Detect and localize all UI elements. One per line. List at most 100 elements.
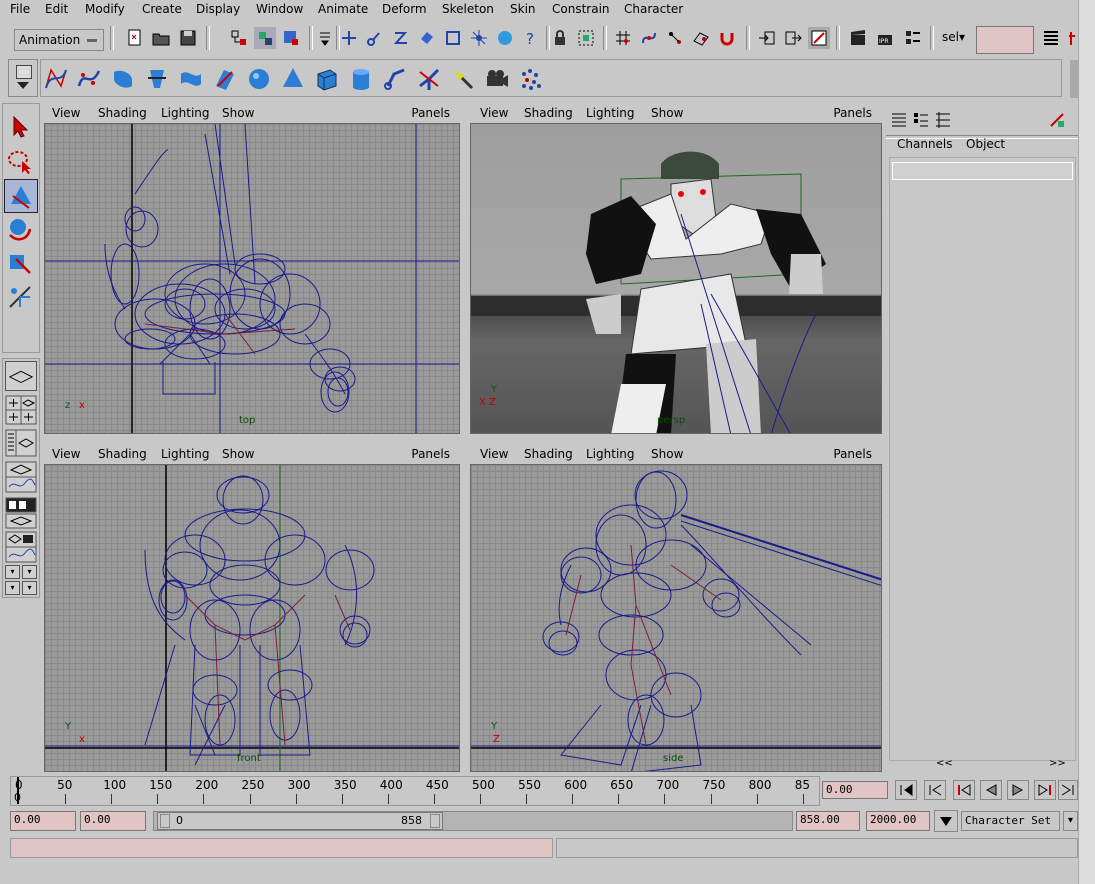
hypergraph-layout-icon[interactable] (5, 497, 37, 529)
planar-icon[interactable] (210, 64, 240, 94)
select-object-icon[interactable] (254, 27, 276, 49)
channel-box-settings-icon[interactable] (1046, 109, 1068, 131)
menu-display[interactable]: Display (196, 2, 240, 16)
auto-key-toggle-icon[interactable] (934, 810, 958, 832)
layout-scroll-down-icon[interactable]: ▾ (5, 565, 20, 579)
character-set-menu[interactable]: Character Set (961, 811, 1060, 831)
joint-tool-icon[interactable] (380, 64, 410, 94)
menu-skin[interactable]: Skin (510, 2, 536, 16)
animation-preferences-icon[interactable]: ▾ (1063, 811, 1078, 831)
save-scene-icon[interactable] (177, 27, 199, 49)
tool-settings-icon[interactable] (1065, 27, 1087, 49)
go-to-start-icon[interactable] (895, 780, 917, 800)
viewport-menu-shading[interactable]: Shading (524, 447, 573, 461)
menu-create[interactable]: Create (142, 2, 182, 16)
layer-editor-icon[interactable] (932, 109, 954, 131)
snap-point-icon[interactable] (664, 27, 686, 49)
command-line-input[interactable] (10, 838, 553, 858)
cone-icon[interactable] (278, 64, 308, 94)
layout-scroll-down-icon[interactable]: ▾ (22, 565, 37, 579)
layout-scroll-down-icon[interactable]: ▾ (22, 581, 37, 595)
end-time-field[interactable]: 2000.00 (866, 811, 930, 831)
viewport-menu-lighting[interactable]: Lighting (586, 106, 635, 120)
ik-handle-tool-icon[interactable] (414, 64, 444, 94)
playback-start-field[interactable]: 0.00 (80, 811, 146, 831)
cylinder-icon[interactable] (346, 64, 376, 94)
select-surfaces-icon[interactable] (416, 27, 438, 49)
viewport-menu-lighting[interactable]: Lighting (161, 447, 210, 461)
selection-mode-menu[interactable]: sel▾ (942, 30, 965, 44)
layout-scroll-down-icon[interactable]: ▾ (5, 581, 20, 595)
range-start-handle[interactable] (160, 814, 170, 828)
particle-emitter-icon[interactable] (516, 64, 546, 94)
output-operations-icon[interactable] (782, 27, 804, 49)
viewport-menu-shading[interactable]: Shading (98, 106, 147, 120)
shelf-tabs-button[interactable] (8, 59, 38, 97)
select-deformations-icon[interactable] (442, 27, 464, 49)
select-joints-icon[interactable] (364, 27, 386, 49)
scroll-right-button[interactable]: >> (1049, 758, 1066, 769)
shelf-scroll-handle[interactable] (1070, 60, 1078, 98)
snap-grid-icon[interactable] (612, 27, 634, 49)
channel-box-layers-icon[interactable] (910, 109, 932, 131)
render-globals-icon[interactable] (902, 27, 924, 49)
move-tool-icon[interactable] (4, 179, 38, 213)
select-curves-icon[interactable] (390, 27, 412, 49)
persp-graph-layout-icon[interactable] (5, 461, 37, 493)
cube-icon[interactable] (312, 64, 342, 94)
snap-view-plane-icon[interactable] (690, 27, 712, 49)
time-slider[interactable] (10, 776, 820, 806)
select-component-icon[interactable] (280, 27, 302, 49)
camera-icon[interactable] (482, 64, 512, 94)
extrude-icon[interactable] (176, 64, 206, 94)
ep-curve-tool-icon[interactable] (74, 64, 104, 94)
viewport-menu-lighting[interactable]: Lighting (161, 106, 210, 120)
four-view-layout-icon[interactable] (5, 395, 37, 425)
step-forward-key-icon[interactable] (1034, 780, 1056, 800)
select-handles-icon[interactable] (338, 27, 360, 49)
spotlight-icon[interactable] (448, 64, 478, 94)
step-forward-frame-icon[interactable] (1058, 780, 1078, 800)
quick-selection-field[interactable] (976, 26, 1034, 54)
menu-file[interactable]: File (10, 2, 30, 16)
viewport-menu-panels[interactable]: Panels (411, 447, 450, 461)
play-forwards-icon[interactable] (1007, 780, 1029, 800)
module-selector[interactable]: Animation (14, 29, 104, 51)
menu-character[interactable]: Character (624, 2, 683, 16)
construction-history-icon[interactable] (808, 27, 830, 49)
menu-constrain[interactable]: Constrain (552, 2, 610, 16)
scale-tool-icon[interactable] (4, 247, 36, 279)
viewport-menu-view[interactable]: View (52, 106, 80, 120)
tab-channels[interactable]: Channels (897, 137, 953, 151)
range-end-handle[interactable] (430, 814, 440, 828)
cv-curve-tool-icon[interactable] (41, 64, 71, 94)
channel-box-only-icon[interactable] (888, 109, 910, 131)
sphere-icon[interactable] (244, 64, 274, 94)
viewport-menu-lighting[interactable]: Lighting (586, 447, 635, 461)
step-back-key-icon[interactable] (953, 780, 975, 800)
single-perspective-layout-icon[interactable] (5, 361, 37, 391)
persp-outliner-layout-icon[interactable] (5, 429, 37, 457)
playback-end-field[interactable]: 858.00 (796, 811, 860, 831)
revolve-icon[interactable] (108, 64, 138, 94)
channel-list[interactable] (889, 157, 1076, 761)
snap-curve-icon[interactable] (638, 27, 660, 49)
select-rendering-icon[interactable] (494, 27, 516, 49)
viewport-menu-view[interactable]: View (480, 447, 508, 461)
menu-deform[interactable]: Deform (382, 2, 427, 16)
step-back-frame-icon[interactable] (924, 780, 946, 800)
select-dynamics-icon[interactable] (468, 27, 490, 49)
rotate-tool-icon[interactable] (4, 213, 36, 245)
ipr-render-icon[interactable]: IPR (874, 27, 896, 49)
viewport-menu-show[interactable]: Show (222, 447, 254, 461)
start-time-field[interactable]: 0.00 (10, 811, 76, 831)
render-frame-icon[interactable] (847, 27, 869, 49)
viewport-menu-show[interactable]: Show (222, 106, 254, 120)
new-scene-icon[interactable] (124, 27, 146, 49)
select-misc-icon[interactable]: ? (520, 27, 542, 49)
select-hierarchy-icon[interactable] (228, 27, 250, 49)
make-live-icon[interactable] (716, 27, 738, 49)
current-time-field[interactable]: 0.00 (822, 781, 888, 799)
highlight-selection-icon[interactable] (575, 27, 597, 49)
viewport-menu-shading[interactable]: Shading (98, 447, 147, 461)
